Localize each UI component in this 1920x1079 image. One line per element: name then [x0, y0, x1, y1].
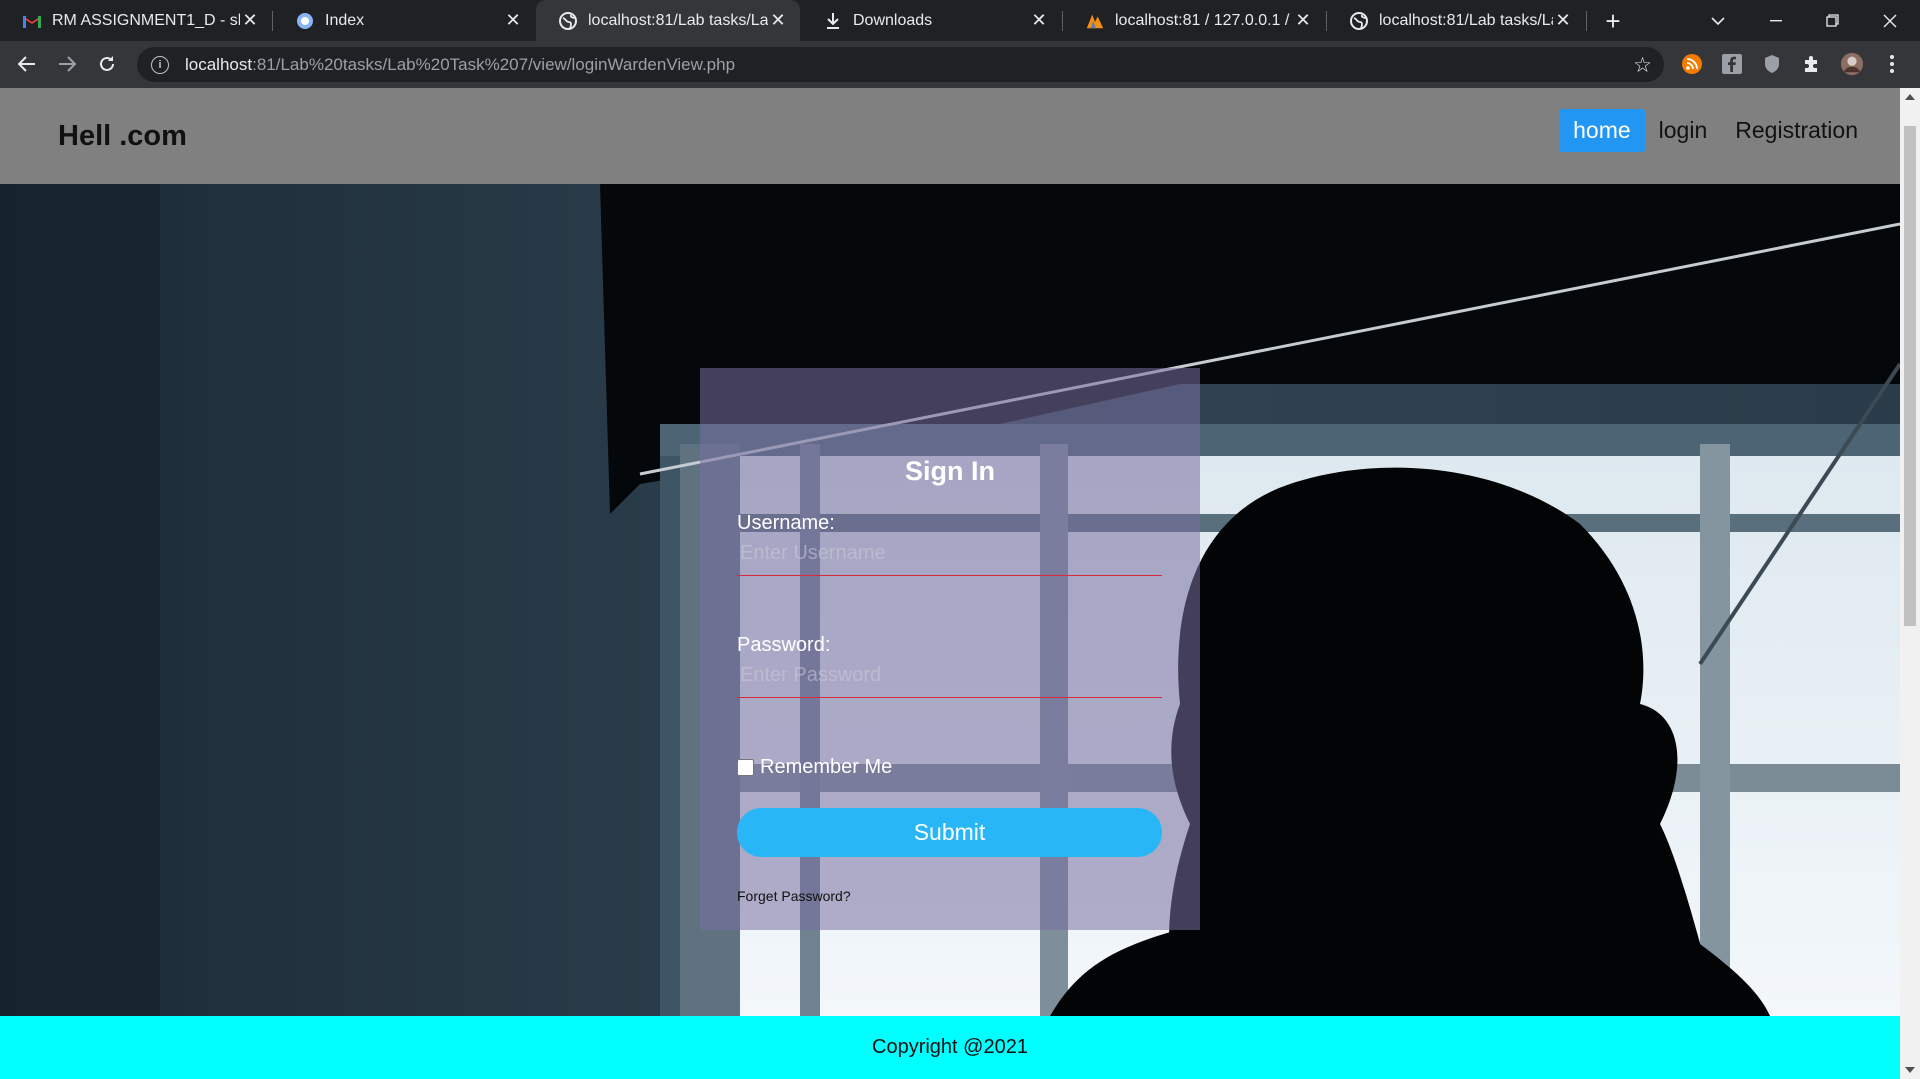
browser-tab-phpmyadmin[interactable]: localhost:81 / 127.0.0.1 / w ✕ [1063, 0, 1325, 41]
nav-registration-link[interactable]: Registration [1721, 109, 1872, 152]
tab-title: localhost:81/Lab tasks/Lab [1379, 11, 1553, 29]
site-info-icon[interactable]: i [151, 55, 169, 74]
globe-icon [1349, 11, 1369, 31]
close-icon[interactable]: ✕ [1293, 10, 1313, 31]
tab-title: localhost:81/Lab tasks/Lab T [588, 11, 768, 29]
login-form: Sign In Username: Password: Remember Me … [700, 368, 1200, 930]
reload-icon[interactable] [91, 48, 123, 80]
login-title: Sign In [905, 456, 995, 486]
browser-tab-gmail[interactable]: RM ASSIGNMENT1_D - sho ✕ [0, 0, 272, 41]
scrollbar-thumb[interactable] [1904, 126, 1916, 626]
close-window-icon[interactable] [1862, 0, 1918, 41]
close-icon[interactable]: ✕ [1553, 10, 1573, 31]
password-input[interactable] [737, 654, 1162, 698]
url-path: :81/Lab%20tasks/Lab%20Task%207/view/logi… [252, 54, 736, 74]
nav-home-link[interactable]: home [1559, 109, 1645, 152]
browser-tab-downloads[interactable]: Downloads ✕ [801, 0, 1061, 41]
remember-me: Remember Me [737, 756, 892, 779]
tab-title: Downloads [853, 11, 933, 29]
bookmark-star-icon[interactable]: ☆ [1633, 53, 1652, 78]
shield-extension-icon[interactable] [1760, 52, 1784, 76]
url-host: localhost [185, 54, 253, 74]
forgot-password-link[interactable]: Forget Password? [737, 888, 851, 904]
rss-extension-icon[interactable] [1680, 52, 1704, 76]
gmail-icon [22, 11, 42, 31]
copyright-text: Copyright @2021 [872, 1036, 1028, 1058]
browser-menu-icon[interactable] [1880, 52, 1904, 76]
remember-me-checkbox[interactable] [737, 759, 754, 776]
page-scrollbar[interactable] [1900, 88, 1920, 1079]
page-viewport: Hell .com home login Registration Sign I… [0, 88, 1900, 1079]
download-icon [823, 11, 843, 31]
tab-title: Index [325, 11, 365, 29]
tab-title: localhost:81 / 127.0.0.1 / w [1115, 11, 1293, 29]
globe-icon [558, 11, 578, 31]
username-input[interactable] [737, 532, 1162, 576]
new-tab-button[interactable]: + [1598, 6, 1628, 36]
remember-me-label: Remember Me [760, 756, 893, 778]
nav-login-link[interactable]: login [1645, 109, 1722, 152]
address-bar[interactable]: i localhost:81/Lab%20tasks/Lab%20Task%20… [137, 47, 1664, 82]
scroll-down-icon[interactable] [1905, 1067, 1915, 1073]
submit-button[interactable]: Submit [737, 808, 1162, 857]
forward-icon[interactable] [51, 48, 83, 80]
extensions-puzzle-icon[interactable] [1800, 52, 1824, 76]
site-header: Hell .com home login Registration [0, 88, 1900, 184]
minimize-icon[interactable] [1748, 0, 1804, 41]
hero-background: Sign In Username: Password: Remember Me … [0, 184, 1900, 1016]
browser-toolbar: i localhost:81/Lab%20tasks/Lab%20Task%20… [0, 41, 1920, 88]
close-icon[interactable]: ✕ [1029, 10, 1049, 31]
phpmyadmin-icon [1085, 11, 1105, 31]
scroll-up-icon[interactable] [1905, 94, 1915, 100]
profile-avatar-icon[interactable] [1840, 52, 1864, 76]
browser-tabstrip: RM ASSIGNMENT1_D - sho ✕ Index ✕ localho… [0, 0, 1920, 41]
facebook-extension-icon[interactable] [1720, 52, 1744, 76]
tab-title: RM ASSIGNMENT1_D - sho [52, 11, 240, 29]
close-icon[interactable]: ✕ [768, 10, 788, 31]
close-icon[interactable]: ✕ [503, 10, 523, 31]
close-icon[interactable]: ✕ [240, 10, 260, 31]
site-footer: Copyright @2021 [0, 1016, 1900, 1079]
back-icon[interactable] [11, 48, 43, 80]
restore-icon[interactable] [1804, 0, 1860, 41]
site-logo: Hell .com [58, 120, 187, 152]
shield-globe-icon [295, 11, 315, 31]
site-nav: home login Registration [1559, 109, 1872, 152]
browser-tab-lab[interactable]: localhost:81/Lab tasks/Lab ✕ [1327, 0, 1585, 41]
browser-tab-index[interactable]: Index ✕ [273, 0, 535, 41]
tab-search-icon[interactable] [1690, 0, 1746, 41]
browser-tab-active[interactable]: localhost:81/Lab tasks/Lab T ✕ [536, 0, 800, 41]
